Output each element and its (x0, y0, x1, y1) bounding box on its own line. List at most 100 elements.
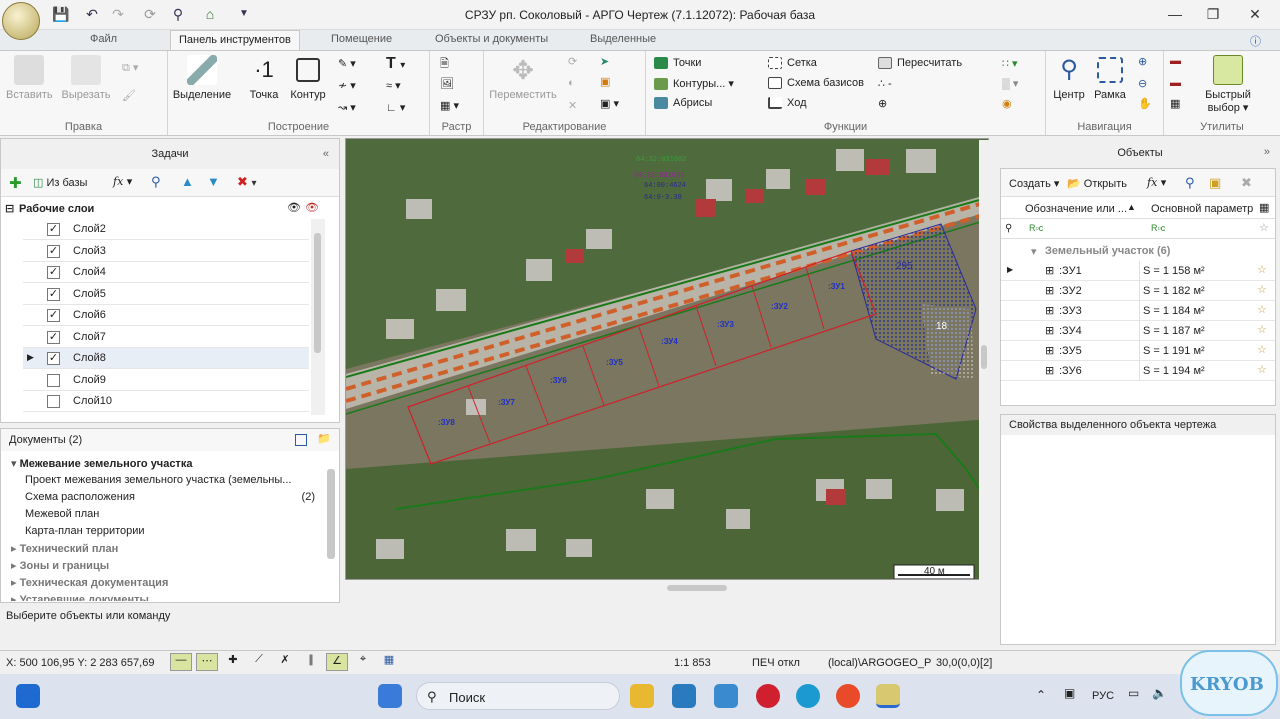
pin-icon[interactable]: ◉ (1002, 97, 1012, 110)
snap-angle-icon[interactable]: ∠ (326, 653, 348, 671)
tab-selected[interactable]: Выделенные (590, 33, 656, 45)
map-hscroll-thumb[interactable] (667, 585, 727, 591)
col-designation[interactable]: Обозначение или ... (1025, 203, 1127, 215)
favorite-star-icon[interactable]: ☆ (1257, 283, 1267, 296)
objects-filter-icon[interactable]: ▣ (1209, 175, 1221, 191)
column-chooser-icon[interactable]: ▦ (1259, 201, 1269, 214)
edge-icon[interactable] (796, 684, 820, 708)
layer-row[interactable]: Слой9 (23, 370, 309, 391)
frame-button[interactable]: Рамка (1090, 55, 1130, 101)
col-main-param[interactable]: Основной параметр (1151, 203, 1253, 215)
snap-line-icon[interactable]: — (170, 653, 192, 671)
add-icon[interactable]: ✚ (9, 174, 22, 192)
expand-icon[interactable]: » (1264, 146, 1270, 158)
tray-chevron-icon[interactable]: ⌃ (1036, 688, 1046, 702)
grid-button[interactable]: Сетка (768, 57, 817, 70)
quick-select-button[interactable]: Быстрый выбор ▾ (1200, 55, 1256, 114)
map-vscroll-thumb[interactable] (981, 345, 987, 369)
layer-checkbox[interactable]: ✓ (47, 223, 60, 236)
doc-scroll-thumb[interactable] (327, 469, 335, 559)
contours-button[interactable]: Контуры... ▾ (654, 77, 734, 91)
expand-box-icon[interactable]: ⊞ (1045, 344, 1054, 357)
arrow-up-icon[interactable]: ▲ (181, 174, 194, 189)
language-indicator[interactable]: РУС (1092, 690, 1114, 702)
dots-icon[interactable]: ∷ ▾ (1002, 57, 1018, 70)
layer-row[interactable]: ✓ Слой5 (23, 284, 309, 305)
abrisy-button[interactable]: Абрисы (654, 97, 712, 110)
objects-search-icon[interactable]: ⚲ (1185, 175, 1195, 191)
taskbar-search[interactable]: ⚲ Поиск (416, 682, 620, 710)
doc-item[interactable]: Схема расположения (2) (25, 491, 315, 503)
arrow-down-icon[interactable]: ▼ (207, 174, 220, 189)
filter-row[interactable]: ⚲ R▫c R▫c ☆ (1001, 219, 1275, 239)
favorite-star-icon[interactable]: ☆ (1257, 363, 1267, 376)
help-icon[interactable]: ⓘ (1250, 33, 1261, 49)
ruler-icon[interactable]: ▬ (1170, 55, 1181, 67)
object-row[interactable]: ⊞:ЗУ4 S = 1 187 м² ☆ (1001, 321, 1275, 341)
object-row[interactable]: ⊞:ЗУ3 S = 1 184 м² ☆ (1001, 301, 1275, 321)
layer-checkbox[interactable] (47, 395, 60, 408)
points-scatter-icon[interactable]: ∴ - (878, 77, 892, 90)
copy-icon[interactable]: ⧉ ▾ (122, 61, 138, 75)
rotate-icon[interactable]: ⟳ (568, 55, 577, 68)
text-tool-icon[interactable]: T ▾ (386, 55, 405, 73)
object-row[interactable]: ▶ ⊞:ЗУ1 S = 1 158 м² ☆ (1001, 261, 1275, 281)
map-svg[interactable]: :ЗУ1 :ЗУ2 :ЗУ3 :ЗУ4 :ЗУ5 :ЗУ6 :ЗУ7 :ЗУ8 … (346, 139, 989, 580)
sort-up-icon[interactable]: ▲ (1127, 202, 1136, 212)
chart-app-icon[interactable] (672, 684, 696, 708)
snap-dash-icon[interactable]: ⋯ (196, 653, 218, 671)
point-button[interactable]: ·1 Точка (244, 55, 284, 101)
pick-icon[interactable]: ➤ (600, 55, 609, 68)
pan-hand-icon[interactable]: ✋ (1138, 97, 1152, 110)
print-status[interactable]: ПЕЧ откл (752, 657, 800, 669)
filter-star-icon[interactable]: ☆ (1259, 221, 1269, 234)
layer-row[interactable]: ✓ Слой3 (23, 241, 309, 262)
layer-checkbox[interactable]: ✓ (47, 266, 60, 279)
fx-button[interactable]: fx ▾ (113, 175, 132, 188)
filter-cell-icon-2[interactable]: R▫c (1151, 223, 1165, 233)
doc-item[interactable]: Карта-план территории (25, 525, 315, 537)
doc-group[interactable]: ▸ Технический план (11, 542, 118, 555)
hatch-tool-icon[interactable]: ≈ ▾ (386, 79, 401, 92)
select-button[interactable]: Выделение (172, 55, 232, 101)
raster-image-icon[interactable]: 🖼 (440, 77, 454, 90)
start-menu-icon[interactable] (378, 684, 402, 708)
hide-eye-icon[interactable]: 👁 (305, 201, 319, 214)
app-icon[interactable] (714, 684, 738, 708)
doc-item[interactable]: Проект межевания земельного участка (зем… (25, 474, 315, 486)
layer-row[interactable]: ✓ Слой2 (23, 219, 309, 240)
visibility-eye-icon[interactable]: 👁 (287, 201, 301, 214)
cut-button[interactable]: Вырезать (60, 55, 112, 101)
dimension-tool-icon[interactable]: ∟ ▾ (386, 101, 405, 114)
hatch-icon[interactable]: ▒ ▾ (1002, 77, 1018, 90)
center-button[interactable]: ⚲ Центр (1048, 55, 1090, 101)
collapse-box-icon[interactable]: ⊟ (5, 202, 14, 215)
scale-readout[interactable]: 1:1 853 (674, 657, 711, 669)
from-base-button[interactable]: ◫ Из базы (33, 176, 87, 189)
windows-start-icon[interactable] (16, 684, 40, 708)
layer-checkbox[interactable]: ✓ (47, 309, 60, 322)
search-icon[interactable]: ⚲ (151, 174, 161, 190)
utility-icon[interactable]: ▦ (1170, 97, 1180, 110)
tab-toolbar[interactable]: Панель инструментов (170, 30, 300, 51)
object-row[interactable]: ⊞:ЗУ6 S = 1 194 м² ☆ (1001, 361, 1275, 381)
tab-file[interactable]: Файл (90, 33, 117, 45)
layer-checkbox[interactable] (47, 373, 60, 387)
tab-room[interactable]: Помещение (331, 33, 392, 45)
layer-scroll-thumb[interactable] (314, 233, 321, 353)
app-menu-button[interactable] (2, 2, 40, 40)
object-row[interactable]: ⊞:ЗУ5 S = 1 191 м² ☆ (1001, 341, 1275, 361)
copy-objects-icon[interactable]: ▣ (600, 75, 610, 88)
layer-row[interactable]: Слой10 (23, 391, 309, 412)
objects-delete-icon[interactable]: ✖ (1241, 175, 1252, 191)
expand-box-icon[interactable]: ⊞ (1045, 304, 1054, 317)
recalc-button[interactable]: Пересчитать (878, 57, 962, 70)
volume-icon[interactable]: 🔈 (1152, 686, 1167, 700)
snap-diagonal-icon[interactable]: ⟋ (248, 653, 270, 671)
layer-scrollbar[interactable] (311, 219, 325, 415)
layer-checkbox[interactable]: ✓ (47, 330, 60, 344)
map-hscroll[interactable] (345, 582, 979, 594)
open-button[interactable]: 📂 Открыть (1067, 177, 1127, 190)
minimize-button[interactable]: — (1160, 4, 1190, 24)
move-button[interactable]: ✥ Переместить (488, 55, 558, 101)
